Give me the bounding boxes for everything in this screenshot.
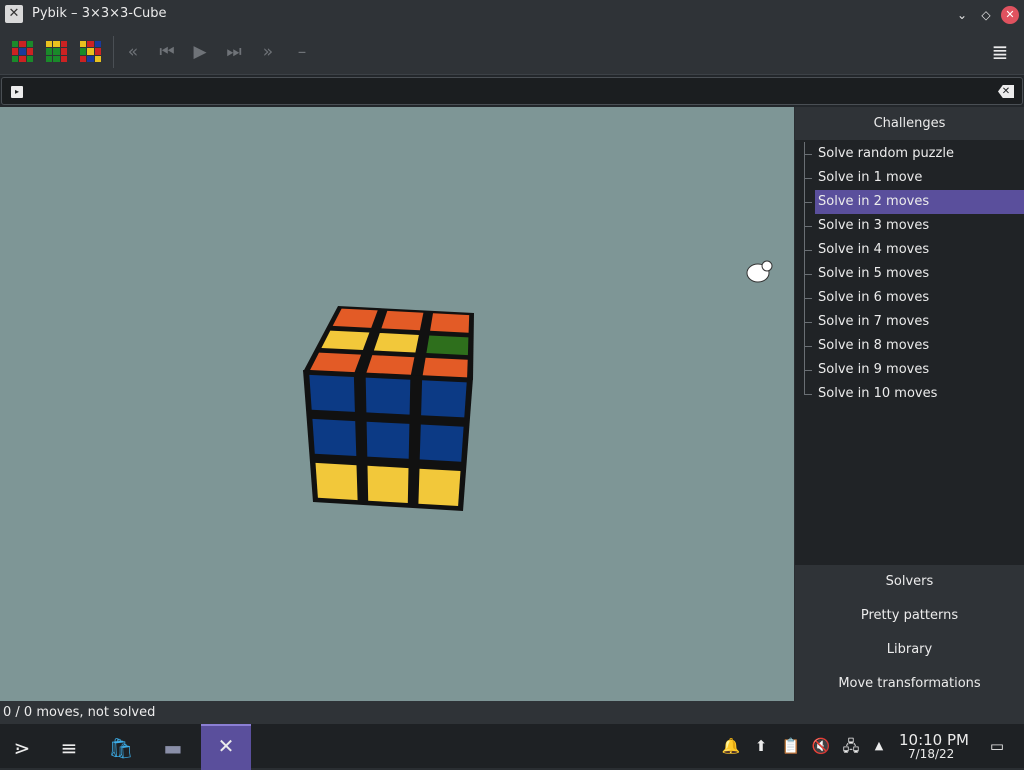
mark-icon[interactable]: – [290, 40, 314, 64]
status-text: 0 / 0 moves, not solved [3, 705, 156, 720]
challenges-header[interactable]: Challenges [795, 107, 1024, 140]
challenge-item-selected[interactable]: Solve in 2 moves [804, 190, 1024, 214]
next-icon[interactable]: ⏭ [222, 40, 246, 64]
tab-pretty-patterns[interactable]: Pretty patterns [795, 599, 1024, 633]
challenge-item[interactable]: Solve in 6 moves [795, 286, 1024, 310]
front-sticker[interactable] [367, 465, 409, 503]
challenge-item[interactable]: Solve in 1 move [795, 166, 1024, 190]
front-sticker[interactable] [309, 374, 355, 412]
new-random-cube-icon[interactable] [12, 41, 33, 62]
close-button[interactable]: ✕ [1001, 6, 1019, 24]
status-bar: 0 / 0 moves, not solved [0, 701, 1024, 724]
challenge-item[interactable]: Solve in 8 moves [795, 334, 1024, 358]
front-sticker[interactable] [315, 462, 358, 501]
clipboard-icon[interactable]: 📋 [781, 736, 801, 756]
network-icon[interactable]: 🖧 [841, 736, 861, 756]
window-title: Pybik – 3×3×3-Cube [32, 6, 167, 21]
forward-icon[interactable]: » [256, 40, 280, 64]
taskbar: ⋗ ≡ 🛍 ▬ ✕ 🔔 ⬆ 📋 🔇 🖧 ▲ ▭ [0, 724, 1024, 770]
front-sticker[interactable] [418, 468, 461, 506]
pybik-icon[interactable]: ✕ [201, 724, 251, 770]
sidebar-tabs: Solvers Pretty patterns Library Move tra… [795, 565, 1024, 701]
minimize-button[interactable]: ⌄ [953, 6, 971, 24]
challenge-item[interactable]: Solve in 5 moves [795, 262, 1024, 286]
previous-icon[interactable]: ⏮ [155, 40, 179, 64]
top-sticker[interactable] [373, 333, 419, 353]
clock-date[interactable]: 7/18/22 [908, 747, 954, 761]
sidebar: Challenges Solve random puzzle Solve in … [795, 107, 1024, 701]
front-sticker[interactable] [419, 424, 464, 462]
new-solved-cube-icon[interactable] [46, 41, 67, 62]
challenge-item[interactable]: Solve in 10 moves [795, 382, 1024, 406]
discover-store-icon[interactable]: 🛍 [99, 728, 143, 768]
top-sticker[interactable] [366, 355, 415, 375]
show-hidden-icon[interactable]: ▲ [869, 736, 889, 756]
hamburger-menu-icon[interactable]: ≣ [988, 40, 1012, 64]
updates-icon[interactable]: ⬆ [751, 736, 771, 756]
file-manager-icon[interactable]: ▬ [151, 728, 195, 768]
challenges-list: Solve random puzzle Solve in 1 move Solv… [795, 142, 1024, 406]
challenge-item[interactable]: Solve in 3 moves [795, 214, 1024, 238]
cube-viewport[interactable] [0, 107, 794, 701]
top-sticker[interactable] [426, 335, 469, 356]
tab-move-transformations[interactable]: Move transformations [795, 667, 1024, 701]
tab-library[interactable]: Library [795, 633, 1024, 667]
toolbar-separator [113, 36, 114, 68]
notifications-icon[interactable]: 🔔 [721, 736, 741, 756]
challenge-item[interactable]: Solve in 4 moves [795, 238, 1024, 262]
app-icon: ✕ [5, 5, 23, 23]
app-launcher-icon[interactable]: ⋗ [0, 728, 44, 768]
top-sticker[interactable] [422, 357, 468, 378]
move-edit-bar: ▸ ✕ [0, 75, 1024, 107]
clear-icon[interactable]: ✕ [998, 85, 1014, 98]
top-sticker[interactable] [430, 313, 470, 333]
toolbar: « ⏮ ▶ ⏭ » – ≣ [0, 30, 1024, 75]
mixed-cube-icon[interactable] [80, 41, 101, 62]
volume-muted-icon[interactable]: 🔇 [811, 736, 831, 756]
front-sticker[interactable] [421, 380, 467, 418]
front-sticker[interactable] [365, 377, 411, 415]
cursor-icon [746, 260, 773, 283]
challenge-item[interactable]: Solve random puzzle [795, 142, 1024, 166]
challenge-item[interactable]: Solve in 9 moves [795, 358, 1024, 382]
system-settings-icon[interactable]: ≡ [47, 728, 91, 768]
tab-solvers[interactable]: Solvers [795, 565, 1024, 599]
top-sticker[interactable] [381, 310, 424, 331]
moves-input[interactable]: ▸ ✕ [1, 77, 1023, 105]
front-sticker[interactable] [366, 421, 410, 459]
rewind-icon[interactable]: « [121, 40, 145, 64]
challenge-item[interactable]: Solve in 7 moves [795, 310, 1024, 334]
title-bar: ✕ Pybik – 3×3×3-Cube ⌄ ◇ ✕ [0, 0, 1024, 30]
top-sticker[interactable] [310, 352, 362, 373]
cube-render[interactable] [0, 107, 794, 701]
play-icon[interactable]: ▶ [188, 40, 212, 64]
front-sticker[interactable] [312, 418, 357, 456]
show-desktop-icon[interactable]: ▭ [987, 736, 1007, 756]
edit-icon[interactable]: ▸ [11, 86, 23, 98]
maximize-button[interactable]: ◇ [977, 6, 995, 24]
